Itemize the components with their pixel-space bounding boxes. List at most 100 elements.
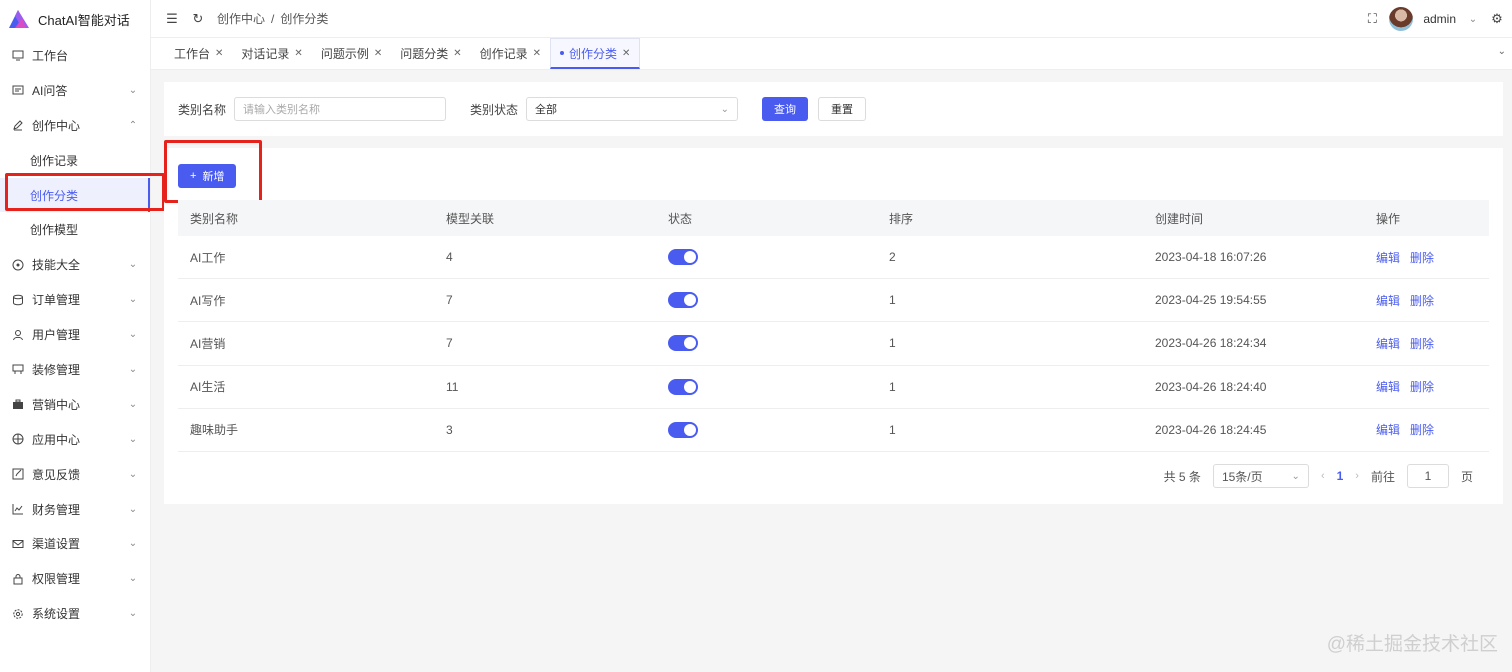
tab-bar: 工作台 ✕ 对话记录 ✕ 问题示例 ✕ 问题分类 ✕ 创作记录 ✕ 创作分类 ✕ ⌄ bbox=[151, 38, 1512, 70]
sidebar-item-users[interactable]: 用户管理 ⌄ bbox=[0, 317, 150, 352]
sidebar-item-label: 权限管理 bbox=[32, 572, 81, 587]
cell-name: AI营销 bbox=[190, 336, 226, 351]
delete-link[interactable]: 删除 bbox=[1410, 251, 1434, 265]
prev-page-icon[interactable]: ‹ bbox=[1321, 470, 1325, 482]
edit-link[interactable]: 编辑 bbox=[1376, 251, 1400, 265]
sidebar-item-skills[interactable]: 技能大全 ⌄ bbox=[0, 247, 150, 282]
cell-sort: 1 bbox=[889, 379, 896, 394]
tab-label: 问题分类 bbox=[400, 47, 449, 61]
close-icon[interactable]: ✕ bbox=[622, 48, 630, 59]
status-toggle[interactable] bbox=[668, 335, 698, 352]
table-header: 类别名称 模型关联 状态 排序 创建时间 操作 bbox=[178, 200, 1489, 236]
close-icon[interactable]: ✕ bbox=[294, 48, 302, 59]
sidebar-item-label: 渠道设置 bbox=[32, 537, 81, 552]
sidebar-item-creation-center[interactable]: 创作中心 ⌃ bbox=[0, 108, 150, 143]
sidebar-item-decoration[interactable]: 装修管理 ⌄ bbox=[0, 352, 150, 387]
page-size-select[interactable]: 15条/页 ⌄ bbox=[1212, 464, 1309, 488]
status-toggle[interactable] bbox=[668, 292, 698, 309]
sidebar-item-label: 意见反馈 bbox=[32, 467, 81, 482]
tab-label: 创作分类 bbox=[569, 46, 618, 61]
sidebar: ChatAI智能对话 工作台 AI问答 ⌄ 创作中心 ⌃ 创作记录 创作分类 创… bbox=[0, 0, 151, 672]
chevron-up-icon: ⌃ bbox=[128, 119, 138, 131]
sidebar-item-feedback[interactable]: 意见反馈 ⌄ bbox=[0, 457, 150, 492]
add-button[interactable]: + 新增 bbox=[178, 164, 237, 188]
monitor-icon bbox=[12, 49, 24, 61]
status-toggle[interactable] bbox=[668, 249, 698, 266]
total-count: 共 5 条 bbox=[1163, 469, 1201, 484]
sidebar-item-system-settings[interactable]: 系统设置 ⌄ bbox=[0, 596, 150, 631]
sidebar-item-label: 工作台 bbox=[32, 48, 69, 63]
tab-label: 对话记录 bbox=[241, 47, 290, 61]
edit-link[interactable]: 编辑 bbox=[1376, 337, 1400, 351]
page-suffix: 页 bbox=[1460, 469, 1473, 484]
edit-link[interactable]: 编辑 bbox=[1376, 294, 1400, 308]
reset-button[interactable]: 重置 bbox=[818, 97, 867, 121]
close-icon[interactable]: ✕ bbox=[215, 48, 223, 59]
status-toggle[interactable] bbox=[668, 421, 698, 438]
cell-models: 4 bbox=[446, 250, 453, 265]
refresh-icon[interactable]: ↻ bbox=[191, 11, 205, 26]
category-name-input[interactable]: 请输入类别名称 bbox=[234, 97, 447, 121]
edit-link[interactable]: 编辑 bbox=[1376, 380, 1400, 394]
tab-creation-records[interactable]: 创作记录 ✕ bbox=[471, 38, 550, 69]
sidebar-item-label: 用户管理 bbox=[32, 328, 81, 343]
cell-name: AI生活 bbox=[190, 380, 226, 395]
current-page[interactable]: 1 bbox=[1337, 469, 1344, 483]
status-toggle[interactable] bbox=[668, 378, 698, 395]
message-icon bbox=[12, 84, 24, 96]
sidebar-item-apps[interactable]: 应用中心 ⌄ bbox=[0, 422, 150, 457]
fullscreen-icon[interactable]: ⛶ bbox=[1365, 11, 1379, 26]
sidebar-item-ai-qa[interactable]: AI问答 ⌄ bbox=[0, 73, 150, 108]
cell-created: 2023-04-25 19:54:55 bbox=[1155, 293, 1267, 308]
pagination: 共 5 条 15条/页 ⌄ ‹ 1 › 前往 1 页 bbox=[1164, 464, 1473, 488]
query-button[interactable]: 查询 bbox=[762, 97, 809, 121]
tab-question-category[interactable]: 问题分类 ✕ bbox=[391, 38, 470, 69]
category-table: 类别名称 模型关联 状态 排序 创建时间 操作 AI工作 4 2 2023-04… bbox=[178, 200, 1489, 452]
delete-link[interactable]: 删除 bbox=[1410, 294, 1434, 308]
sidebar-item-label: 财务管理 bbox=[32, 502, 81, 517]
delete-link[interactable]: 删除 bbox=[1410, 380, 1434, 394]
close-icon[interactable]: ✕ bbox=[453, 48, 461, 59]
chevron-down-icon: ⌄ bbox=[128, 433, 138, 445]
breadcrumb-item[interactable]: 创作中心 bbox=[217, 10, 265, 27]
gear-icon[interactable]: ⚙ bbox=[1490, 11, 1504, 26]
cell-sort: 1 bbox=[889, 293, 896, 308]
goto-page-input[interactable]: 1 bbox=[1406, 464, 1449, 488]
avatar[interactable] bbox=[1389, 7, 1414, 31]
tab-creation-category[interactable]: 创作分类 ✕ bbox=[550, 38, 641, 69]
chevron-down-icon: ⌄ bbox=[128, 259, 138, 271]
sidebar-item-finance[interactable]: 财务管理 ⌄ bbox=[0, 492, 150, 527]
delete-link[interactable]: 删除 bbox=[1410, 423, 1434, 437]
menu-fold-icon[interactable]: ☰ bbox=[165, 11, 179, 26]
sidebar-item-channels[interactable]: 渠道设置 ⌄ bbox=[0, 526, 150, 561]
close-icon[interactable]: ✕ bbox=[374, 48, 382, 59]
search-panel: 类别名称 请输入类别名称 类别状态 全部 ⌄ 查询 重置 bbox=[164, 82, 1503, 136]
tab-workbench[interactable]: 工作台 ✕ bbox=[165, 38, 232, 69]
delete-link[interactable]: 删除 bbox=[1410, 337, 1434, 351]
next-page-icon[interactable]: › bbox=[1355, 470, 1359, 482]
chevron-down-icon: ⌄ bbox=[128, 398, 138, 410]
user-name[interactable]: admin bbox=[1423, 12, 1456, 26]
cell-created: 2023-04-18 16:07:26 bbox=[1155, 250, 1267, 265]
edit-link[interactable]: 编辑 bbox=[1376, 423, 1400, 437]
app-icon bbox=[12, 433, 24, 445]
category-name-label: 类别名称 bbox=[178, 102, 227, 117]
close-icon[interactable]: ✕ bbox=[533, 48, 541, 59]
chevron-down-icon[interactable]: ⌄ bbox=[1498, 46, 1506, 57]
chevron-down-icon[interactable]: ⌄ bbox=[1466, 12, 1480, 26]
tab-question-examples[interactable]: 问题示例 ✕ bbox=[312, 38, 391, 69]
decor-icon bbox=[12, 363, 24, 375]
sidebar-item-marketing[interactable]: 营销中心 ⌄ bbox=[0, 387, 150, 422]
cell-name: 趣味助手 bbox=[190, 423, 239, 438]
chevron-down-icon: ⌄ bbox=[128, 503, 138, 515]
cell-name: AI写作 bbox=[190, 293, 226, 308]
sidebar-item-creation-model[interactable]: 创作模型 bbox=[0, 212, 150, 247]
breadcrumb: 创作中心 / 创作分类 bbox=[217, 10, 328, 27]
cell-name: AI工作 bbox=[190, 250, 226, 265]
sidebar-item-workbench[interactable]: 工作台 bbox=[0, 38, 150, 73]
sidebar-item-orders[interactable]: 订单管理 ⌄ bbox=[0, 282, 150, 317]
cell-created: 2023-04-26 18:24:34 bbox=[1155, 336, 1267, 351]
sidebar-item-permissions[interactable]: 权限管理 ⌄ bbox=[0, 561, 150, 596]
tab-chat-records[interactable]: 对话记录 ✕ bbox=[232, 38, 311, 69]
category-status-select[interactable]: 全部 ⌄ bbox=[526, 97, 739, 121]
